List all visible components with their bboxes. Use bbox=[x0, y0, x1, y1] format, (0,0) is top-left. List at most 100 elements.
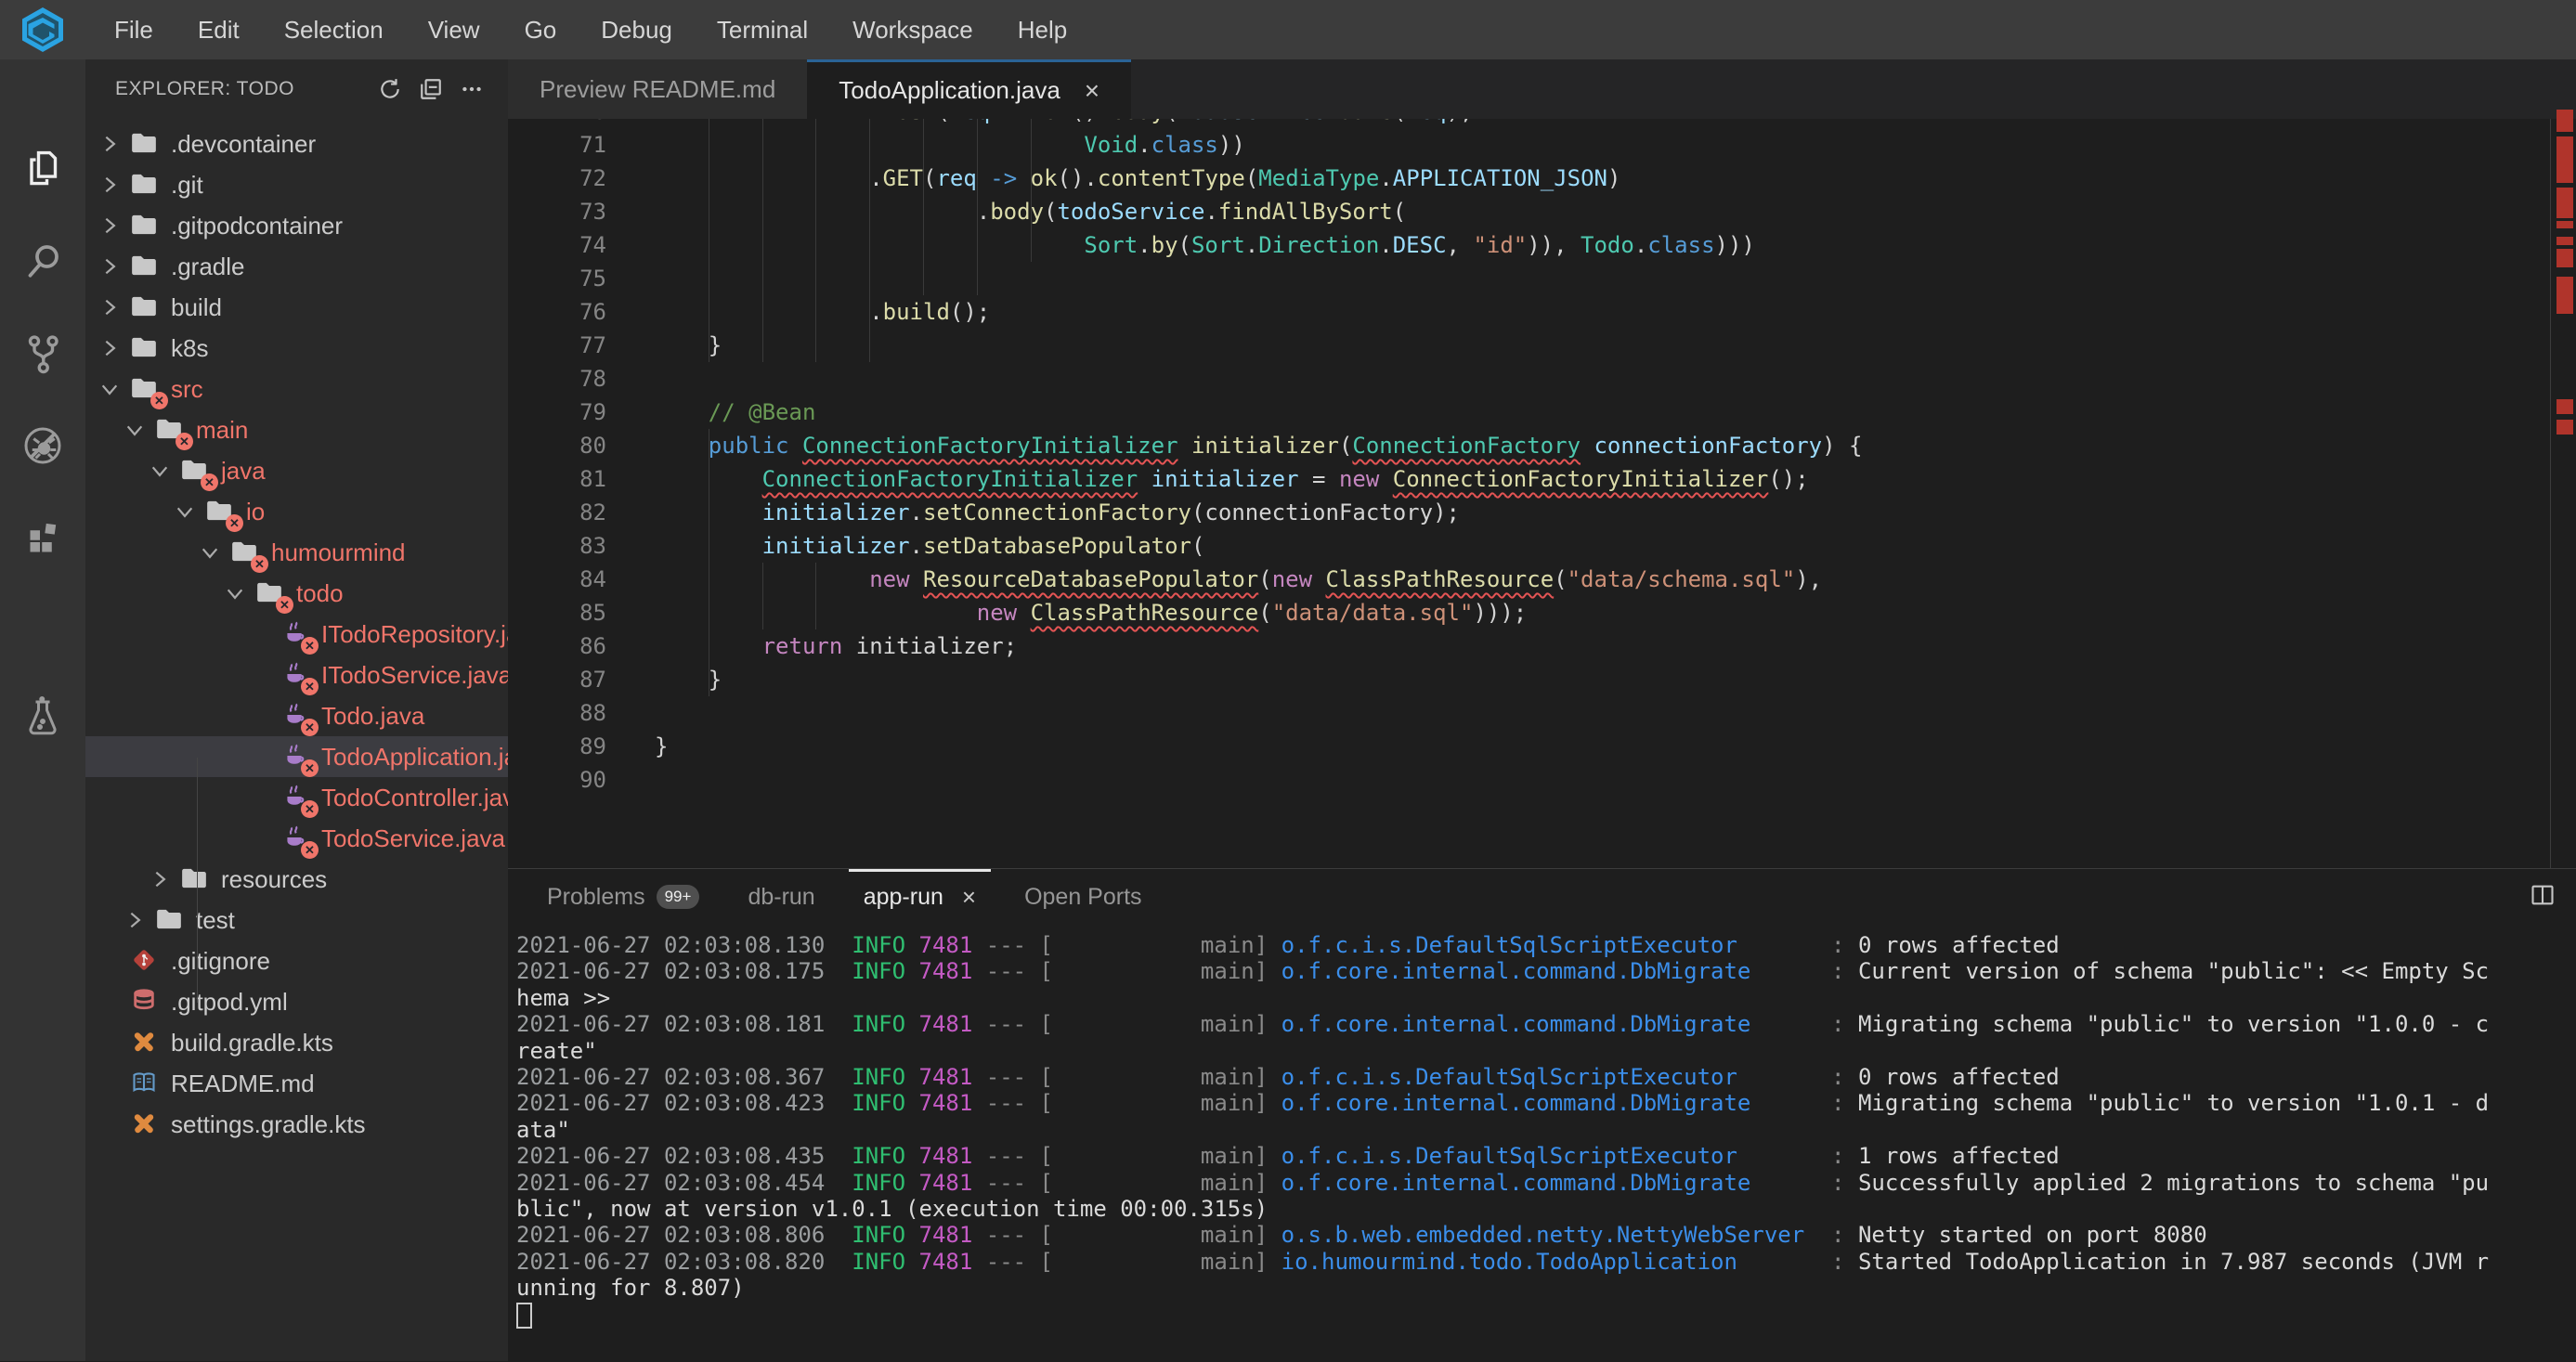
activitybar-extensions-icon[interactable] bbox=[0, 504, 85, 575]
tree-item-TodoApplication.java[interactable]: ✕TodoApplication.java bbox=[85, 736, 508, 777]
code-line-81: 81 ConnectionFactoryInitializer initiali… bbox=[508, 462, 2576, 496]
activity-bar bbox=[0, 59, 85, 1361]
terminal-output[interactable]: 2021-06-27 02:03:08.130 INFO 7481 --- [ … bbox=[516, 932, 2576, 1362]
menu-selection[interactable]: Selection bbox=[268, 10, 399, 50]
activitybar-test-flask-icon[interactable] bbox=[0, 681, 85, 751]
tree-item-TodoService.java[interactable]: ✕TodoService.java bbox=[85, 818, 508, 859]
chevron-down-icon[interactable] bbox=[97, 376, 123, 402]
chevron-right-icon[interactable] bbox=[97, 253, 123, 279]
menu-go[interactable]: Go bbox=[509, 10, 573, 50]
line-number: 87 bbox=[508, 663, 606, 696]
tree-item-src[interactable]: ✕src bbox=[85, 369, 508, 409]
activitybar-debug-icon[interactable] bbox=[0, 410, 85, 481]
activitybar-source-control-icon[interactable] bbox=[0, 318, 85, 389]
code-line-content: Void.class)) bbox=[655, 128, 1245, 162]
tree-item-ITodoRepository.java[interactable]: ✕ITodoRepository.java bbox=[85, 614, 508, 655]
error-badge: ✕ bbox=[301, 678, 319, 695]
tree-item-README.md[interactable]: README.md bbox=[85, 1063, 508, 1104]
more-actions-icon[interactable] bbox=[456, 73, 488, 105]
tree-item-TodoController.java[interactable]: ✕TodoController.java bbox=[85, 777, 508, 818]
error-badge: ✕ bbox=[301, 637, 319, 655]
gitpod-logo-icon[interactable] bbox=[0, 0, 85, 59]
menu-edit[interactable]: Edit bbox=[182, 10, 255, 50]
line-number: 77 bbox=[508, 329, 606, 362]
chevron-right-icon[interactable] bbox=[97, 294, 123, 320]
tree-item-label: todo bbox=[296, 579, 344, 608]
tree-item-ITodoService.java[interactable]: ✕ITodoService.java bbox=[85, 655, 508, 695]
code-line-90: 90 bbox=[508, 763, 2576, 797]
tree-item-Todo.java[interactable]: ✕Todo.java bbox=[85, 695, 508, 736]
tree-item-build[interactable]: build bbox=[85, 287, 508, 328]
editor-tab-preview-readme-md[interactable]: Preview README.md bbox=[508, 59, 807, 119]
tree-item-.devcontainer[interactable]: .devcontainer bbox=[85, 123, 508, 164]
panel-tab-problems[interactable]: Problems99+ bbox=[523, 869, 723, 925]
tree-item-main[interactable]: ✕main bbox=[85, 409, 508, 450]
code-line-content: initializer.setDatabasePopulator( bbox=[655, 529, 1204, 563]
chevron-down-icon[interactable] bbox=[122, 417, 148, 443]
code-line-content: new ClassPathResource("data/data.sql")))… bbox=[655, 596, 1527, 629]
tree-item-java[interactable]: ✕java bbox=[85, 450, 508, 491]
panel-layout-icon[interactable] bbox=[2530, 882, 2556, 913]
tree-item-resources[interactable]: resources bbox=[85, 859, 508, 900]
chevron-down-icon[interactable] bbox=[197, 539, 223, 565]
file-tree: .devcontainer .git .gitpodcontainer.gradle… bbox=[85, 123, 508, 1145]
close-icon[interactable]: × bbox=[1085, 76, 1099, 106]
terminal-line: blic", now at version v1.0.1 (execution … bbox=[516, 1196, 2576, 1222]
tree-item-todo[interactable]: ✕todo bbox=[85, 573, 508, 614]
activitybar-search-icon[interactable] bbox=[0, 226, 85, 296]
overview-ruler[interactable] bbox=[2550, 119, 2576, 868]
chevron-spacer bbox=[247, 621, 273, 647]
menu-debug[interactable]: Debug bbox=[585, 10, 688, 50]
chevron-right-icon[interactable] bbox=[97, 335, 123, 361]
panel-tab-db-run[interactable]: db-run bbox=[723, 869, 839, 925]
tree-item-settings.gradle.kts[interactable]: settings.gradle.kts bbox=[85, 1104, 508, 1145]
chevron-right-icon[interactable] bbox=[97, 172, 123, 198]
refresh-icon[interactable] bbox=[374, 73, 406, 105]
line-number: 76 bbox=[508, 295, 606, 329]
tree-item-.git[interactable]: .git bbox=[85, 164, 508, 205]
tree-item-label: test bbox=[196, 906, 235, 935]
error-ruler-mark bbox=[2556, 277, 2573, 314]
tree-item-build.gradle.kts[interactable]: build.gradle.kts bbox=[85, 1022, 508, 1063]
panel-tab-app-run[interactable]: app-run× bbox=[839, 869, 1000, 925]
menu-workspace[interactable]: Workspace bbox=[837, 10, 989, 50]
tree-item-label: TodoService.java bbox=[321, 824, 505, 853]
tree-item-.gitpodcontainer[interactable]: .gitpodcontainer bbox=[85, 205, 508, 246]
title-bar: File Edit Selection View Go Debug Terminal Work… bbox=[0, 0, 2576, 59]
tree-item-.gitignore[interactable]: .gitignore bbox=[85, 940, 508, 981]
collapse-all-icon[interactable] bbox=[415, 73, 447, 105]
indent-guide bbox=[762, 119, 763, 362]
folder-icon bbox=[130, 212, 160, 240]
chevron-right-icon[interactable] bbox=[147, 866, 173, 892]
tree-item-test[interactable]: test bbox=[85, 900, 508, 940]
tree-item-.gradle[interactable]: .gradle bbox=[85, 246, 508, 287]
panel-tab-open-ports[interactable]: Open Ports bbox=[1000, 869, 1165, 925]
tree-item-.gitpod.yml[interactable]: .gitpod.yml bbox=[85, 981, 508, 1022]
chevron-right-icon[interactable] bbox=[97, 131, 123, 157]
chevron-right-icon[interactable] bbox=[97, 213, 123, 239]
chevron-down-icon[interactable] bbox=[147, 458, 173, 484]
menu-help[interactable]: Help bbox=[1002, 10, 1083, 50]
chevron-down-icon[interactable] bbox=[172, 499, 198, 525]
panel-tab-label: db-run bbox=[748, 884, 814, 911]
close-icon[interactable]: × bbox=[962, 883, 976, 912]
tree-item-k8s[interactable]: k8s bbox=[85, 328, 508, 369]
folder-icon bbox=[130, 334, 160, 362]
chevron-down-icon[interactable] bbox=[222, 580, 248, 606]
code-line-content: .POST(req -> ok().body(todoService.save(… bbox=[655, 119, 1474, 128]
folder-icon: ✕ bbox=[230, 538, 260, 566]
menu-terminal[interactable]: Terminal bbox=[701, 10, 824, 50]
chevron-spacer bbox=[97, 1030, 123, 1056]
chevron-right-icon[interactable] bbox=[122, 907, 148, 933]
editor-tab-todoapplication-java[interactable]: TodoApplication.java× bbox=[807, 59, 1131, 119]
menu-view[interactable]: View bbox=[412, 10, 496, 50]
code-editor[interactable]: 70 .POST(req -> ok().body(todoService.sa… bbox=[508, 119, 2576, 868]
tree-item-label: .git bbox=[171, 171, 203, 200]
line-number: 73 bbox=[508, 195, 606, 228]
menu-file[interactable]: File bbox=[98, 10, 169, 50]
activitybar-files-icon[interactable] bbox=[0, 133, 85, 203]
tree-item-io[interactable]: ✕io bbox=[85, 491, 508, 532]
chevron-spacer bbox=[247, 662, 273, 688]
tree-item-humourmind[interactable]: ✕humourmind bbox=[85, 532, 508, 573]
code-line-content: .build(); bbox=[655, 295, 990, 329]
